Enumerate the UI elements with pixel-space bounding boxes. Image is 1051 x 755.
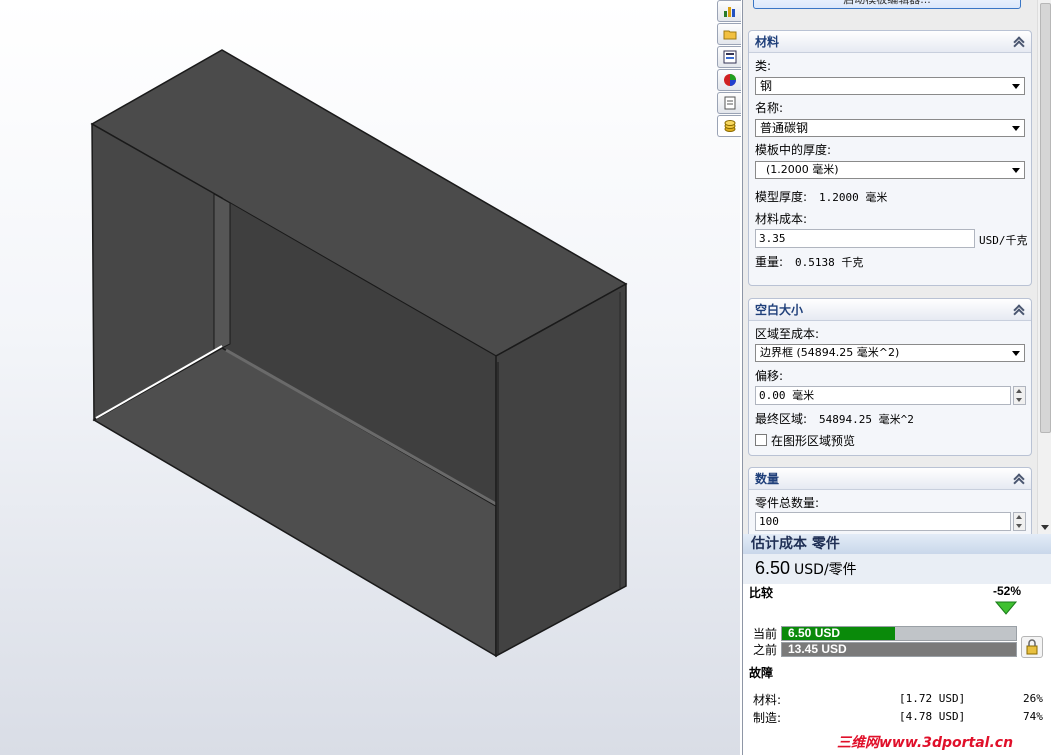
material-class-value: 钢	[760, 79, 773, 93]
scroll-down-icon[interactable]	[1041, 525, 1049, 530]
scrollbar-thumb[interactable]	[1040, 3, 1051, 433]
breakdown-manufacturing-percent: 74%	[1023, 710, 1043, 723]
blank-size-group-title: 空白大小	[755, 303, 804, 317]
palette-list-icon	[723, 50, 736, 64]
area-to-cost-label: 区域至成本:	[755, 327, 820, 341]
chevron-down-icon	[1012, 351, 1020, 356]
total-quantity-label: 零件总数量:	[755, 496, 820, 510]
current-cost-bar: 6.50 USD	[781, 626, 1017, 641]
offset-input[interactable]: 0.00 毫米	[755, 386, 1011, 405]
sheet-metal-box-model[interactable]	[0, 0, 740, 755]
current-cost-bar-fill: 6.50 USD	[782, 627, 895, 640]
model-thickness-value: 1.2000 毫米	[819, 191, 888, 204]
template-thickness-label: 模板中的厚度:	[755, 143, 832, 157]
material-cost-label: 材料成本:	[755, 212, 808, 226]
blank-size-group: 空白大小 区域至成本: 边界框 (54894.25 毫米^2) 偏移: 0.00…	[748, 298, 1032, 456]
quantity-group-title: 数量	[755, 472, 780, 486]
price-value: 6.50	[755, 558, 791, 578]
costing-options-scroll-area: 启动模板编辑器... 材料 类: 钢 名称: 普通碳钢 模板中的厚度: (1.2…	[743, 0, 1051, 534]
material-class-select[interactable]: 钢	[755, 77, 1025, 95]
graphics-viewport[interactable]	[0, 0, 740, 755]
material-name-label: 名称:	[755, 101, 784, 115]
material-group: 材料 类: 钢 名称: 普通碳钢 模板中的厚度: (1.2000 毫米) 模型厚…	[748, 30, 1032, 286]
previous-label: 之前	[753, 643, 778, 657]
vertical-scrollbar[interactable]	[1037, 0, 1051, 534]
breakdown-material-value: [1.72 USD]	[899, 692, 966, 705]
properties-sheet-icon	[724, 96, 735, 110]
preview-in-graphics-checkbox[interactable]	[755, 434, 767, 446]
tab-appearances[interactable]	[717, 69, 741, 91]
material-group-header[interactable]: 材料	[749, 31, 1031, 53]
tab-file-explorer[interactable]	[717, 23, 741, 45]
final-area-value: 54894.25 毫米^2	[819, 413, 914, 426]
breakdown-material-label: 材料:	[753, 693, 782, 707]
offset-label: 偏移:	[755, 369, 784, 383]
decrease-arrow-icon	[995, 601, 1017, 615]
site-watermark: 三维网www.3dportal.cn	[837, 735, 1014, 751]
costing-property-manager: 启动模板编辑器... 材料 类: 钢 名称: 普通碳钢 模板中的厚度: (1.2…	[742, 0, 1051, 755]
chevron-down-icon	[1012, 126, 1020, 131]
model-thickness-label: 模型厚度:	[755, 190, 808, 204]
template-thickness-select[interactable]: (1.2000 毫米)	[755, 161, 1025, 179]
estimated-price: 6.50 USD/零件	[743, 554, 1051, 584]
blank-size-group-header[interactable]: 空白大小	[749, 299, 1031, 321]
preview-in-graphics-label: 在图形区域预览	[771, 434, 856, 448]
weight-value: 0.5138 千克	[795, 256, 864, 269]
quantity-spinner[interactable]	[1013, 512, 1026, 531]
weight-label: 重量:	[755, 255, 784, 269]
total-quantity-input[interactable]: 100	[755, 512, 1011, 531]
coins-icon	[724, 120, 735, 132]
material-class-label: 类:	[755, 59, 772, 73]
material-name-value: 普通碳钢	[760, 121, 809, 135]
tab-costing[interactable]	[717, 115, 741, 137]
material-cost-unit: USD/千克	[979, 234, 1028, 247]
area-to-cost-value: 边界框 (54894.25 毫米^2)	[760, 346, 900, 359]
lock-icon	[1026, 639, 1038, 655]
collapse-up-icon[interactable]	[1013, 304, 1025, 316]
previous-cost-bar-fill: 13.45 USD	[782, 643, 1016, 656]
chevron-down-icon	[1012, 84, 1020, 89]
set-baseline-button[interactable]	[1021, 636, 1043, 658]
previous-cost-bar: 13.45 USD	[781, 642, 1017, 657]
breakdown-manufacturing-label: 制造:	[753, 711, 782, 725]
material-cost-input[interactable]: 3.35	[755, 229, 975, 248]
appearance-ball-icon	[723, 74, 736, 86]
material-name-select[interactable]: 普通碳钢	[755, 119, 1025, 137]
breakdown-material-percent: 26%	[1023, 692, 1043, 705]
tab-feature-tree[interactable]	[717, 0, 741, 22]
quantity-group: 数量 零件总数量: 100	[748, 467, 1032, 534]
tab-view-palette[interactable]	[717, 46, 741, 68]
folder-icon	[723, 30, 736, 40]
chevron-down-icon	[1012, 168, 1020, 173]
property-manager-tabs	[716, 0, 742, 140]
final-area-label: 最终区域:	[755, 412, 808, 426]
area-to-cost-select[interactable]: 边界框 (54894.25 毫米^2)	[755, 344, 1025, 362]
estimated-cost-panel: 估计成本 零件 6.50 USD/零件 比较 -52% 当前 6.50 USD …	[743, 534, 1051, 755]
compare-title: 比较	[749, 586, 774, 600]
material-group-title: 材料	[755, 35, 780, 49]
breakdown-manufacturing-value: [4.78 USD]	[899, 710, 966, 723]
spin-down-icon[interactable]	[1016, 398, 1022, 402]
breakdown-title: 故障	[749, 666, 774, 680]
current-label: 当前	[753, 627, 778, 641]
template-thickness-value: (1.2000 毫米)	[766, 163, 839, 176]
spin-up-icon[interactable]	[1016, 389, 1022, 393]
tab-custom-properties[interactable]	[717, 92, 741, 114]
collapse-up-icon[interactable]	[1013, 473, 1025, 485]
spin-up-icon[interactable]	[1016, 515, 1022, 519]
price-unit: USD/零件	[794, 562, 857, 578]
estimated-cost-title: 估计成本 零件	[743, 534, 1051, 554]
launch-template-editor-button[interactable]: 启动模板编辑器...	[753, 0, 1021, 9]
change-percent: -52%	[993, 584, 1022, 598]
offset-spinner[interactable]	[1013, 386, 1026, 405]
collapse-up-icon[interactable]	[1013, 36, 1025, 48]
spin-down-icon[interactable]	[1016, 524, 1022, 528]
bar-chart-icon	[723, 7, 735, 17]
quantity-group-header[interactable]: 数量	[749, 468, 1031, 490]
